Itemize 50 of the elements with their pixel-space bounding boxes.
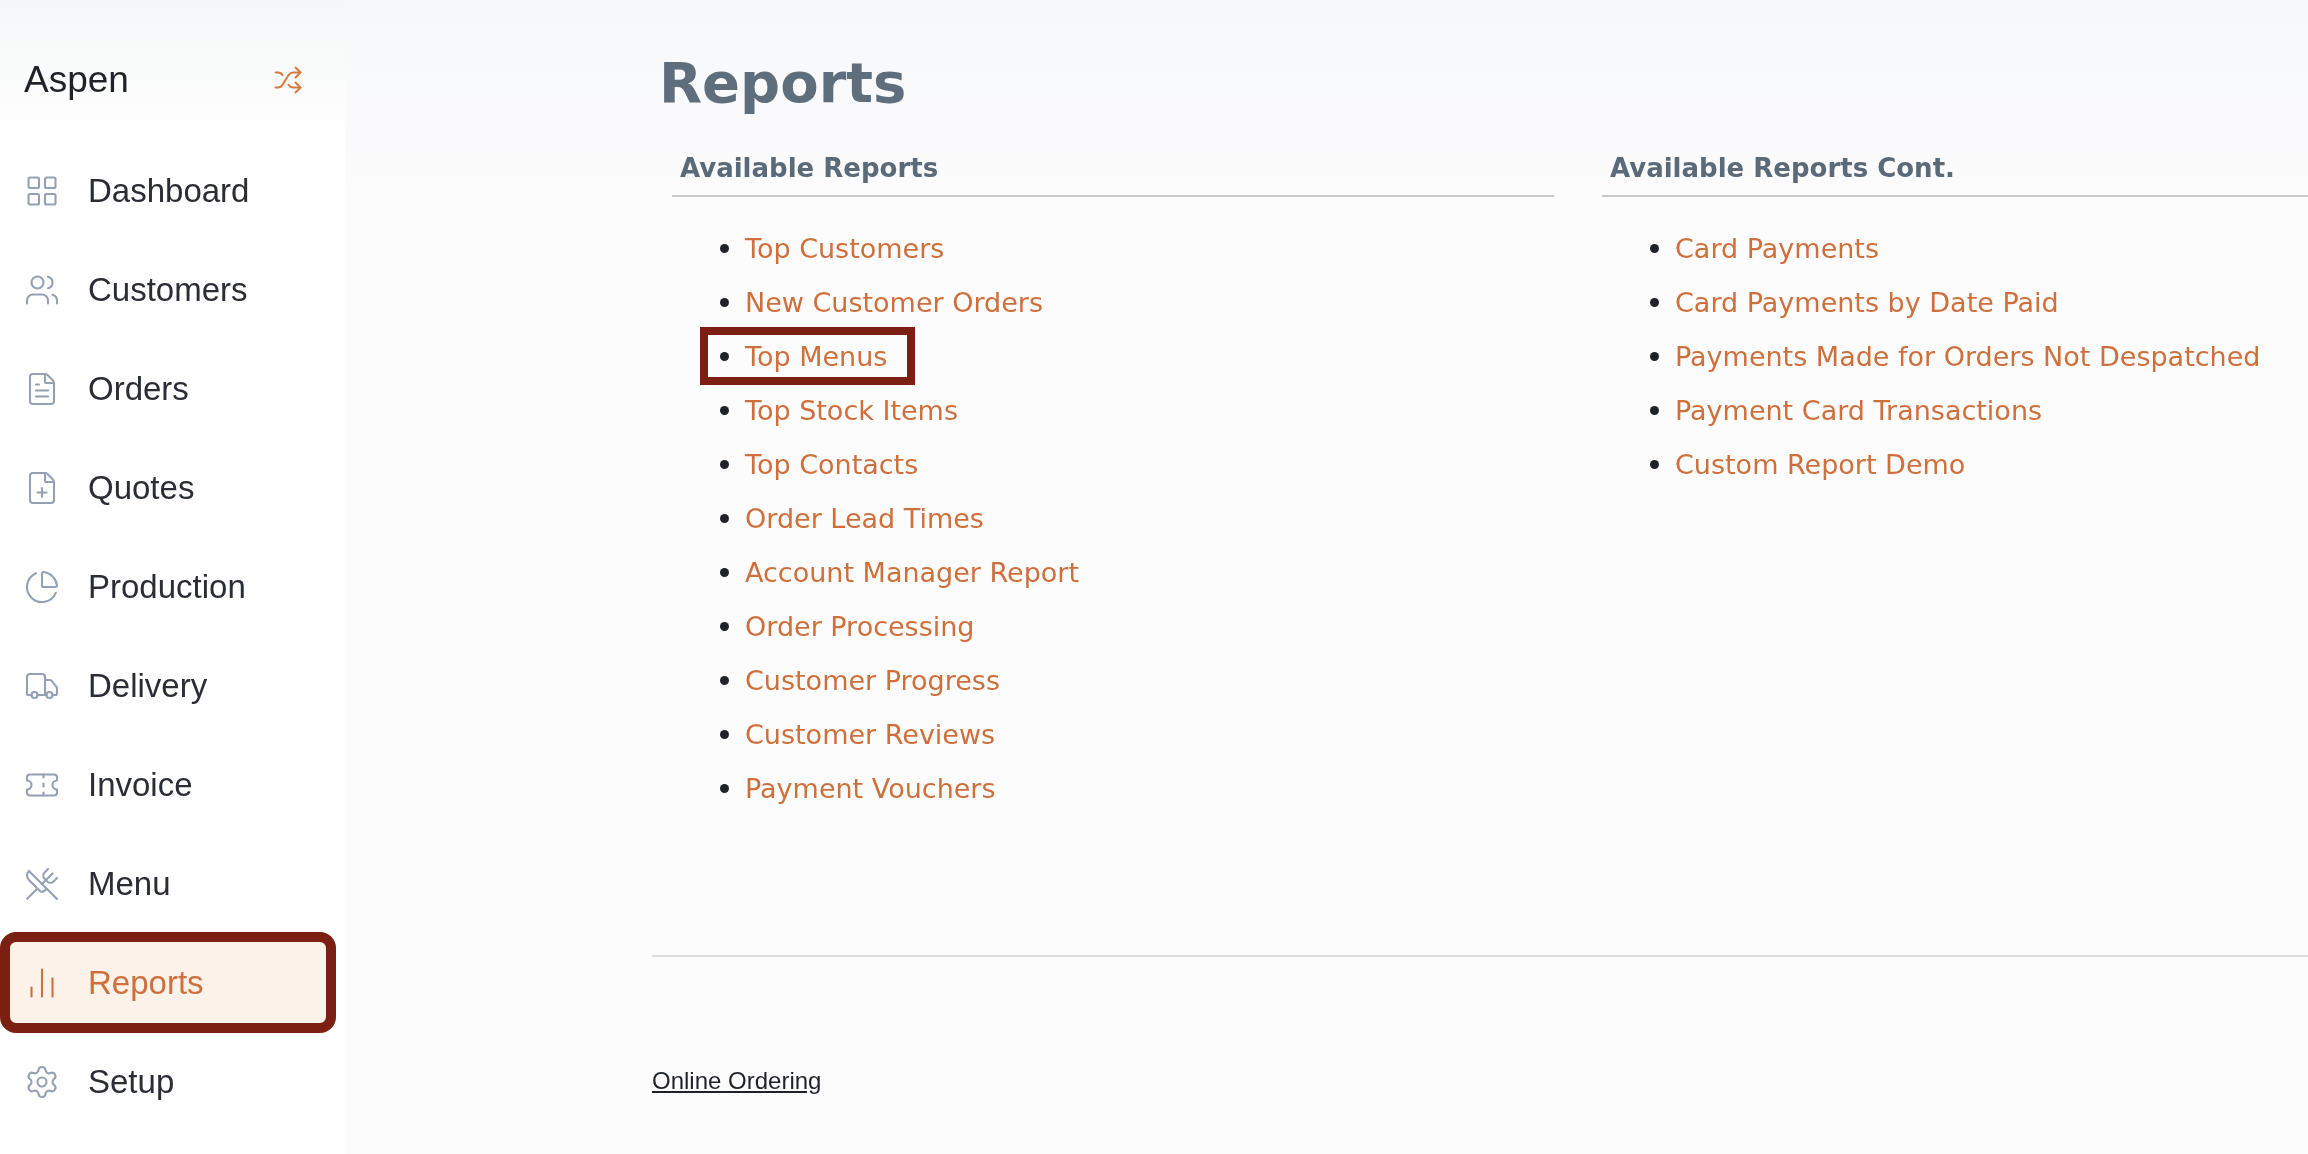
report-link[interactable]: Top Contacts — [745, 448, 919, 480]
bullet-icon — [720, 567, 729, 577]
report-link[interactable]: Top Stock Items — [745, 394, 958, 426]
settings-icon — [24, 1063, 60, 1100]
bullet-icon — [720, 621, 729, 631]
nav-item[interactable]: Orders — [8, 346, 328, 431]
report-link[interactable]: Order Processing — [745, 610, 975, 642]
footer-link[interactable]: Online Ordering — [652, 1067, 822, 1095]
utensils-icon — [24, 865, 60, 902]
nav-item[interactable]: Production — [8, 544, 328, 629]
report-link[interactable]: Customer Progress — [745, 664, 1000, 696]
pie-chart-icon — [24, 568, 60, 605]
report-link[interactable]: Account Manager Report — [745, 556, 1080, 588]
bullet-icon — [720, 729, 729, 739]
report-link[interactable]: Order Lead Times — [745, 502, 984, 534]
brand-name: Aspen — [24, 59, 129, 101]
bullet-icon — [720, 675, 729, 685]
bullet-icon — [1650, 243, 1659, 253]
page-title: Reports — [659, 50, 908, 115]
report-link[interactable]: Card Payments — [1675, 232, 1880, 264]
report-link[interactable]: Card Payments by Date Paid — [1675, 286, 2059, 318]
nav-item[interactable]: Invoice — [8, 742, 328, 827]
nav-item[interactable]: Menu — [8, 841, 328, 926]
bullet-icon — [1650, 297, 1659, 307]
nav-item[interactable]: Delivery — [8, 643, 328, 728]
bullet-icon — [720, 351, 729, 361]
bullet-icon — [720, 297, 729, 307]
bullet-icon — [1650, 405, 1659, 415]
nav-item[interactable]: Setup — [8, 1039, 328, 1124]
report-link[interactable]: Top Menus — [745, 340, 888, 372]
nav-item[interactable]: Customers — [8, 247, 328, 332]
bullet-icon — [720, 459, 729, 469]
bullet-icon — [1650, 351, 1659, 361]
bullet-icon — [720, 513, 729, 523]
nav-item[interactable]: Dashboard — [8, 148, 328, 233]
section-heading: Available Reports — [672, 143, 1554, 197]
section-heading: Available Reports Cont. — [1602, 143, 2308, 197]
nav-item[interactable]: Quotes — [8, 445, 328, 530]
bullet-icon — [1650, 459, 1659, 469]
report-link[interactable]: Customer Reviews — [745, 718, 996, 750]
report-link[interactable]: Payments Made for Orders Not Despatched — [1675, 340, 2261, 372]
report-link[interactable]: Payment Vouchers — [745, 772, 996, 804]
report-link[interactable]: Payment Card Transactions — [1675, 394, 2043, 426]
report-link[interactable]: Custom Report Demo — [1675, 448, 1966, 480]
shuffle-icon[interactable] — [273, 65, 303, 95]
bullet-icon — [720, 783, 729, 793]
report-link[interactable]: Top Customers — [745, 232, 945, 264]
report-link[interactable]: New Customer Orders — [745, 286, 1043, 318]
bullet-icon — [720, 243, 729, 253]
bullet-icon — [720, 405, 729, 415]
